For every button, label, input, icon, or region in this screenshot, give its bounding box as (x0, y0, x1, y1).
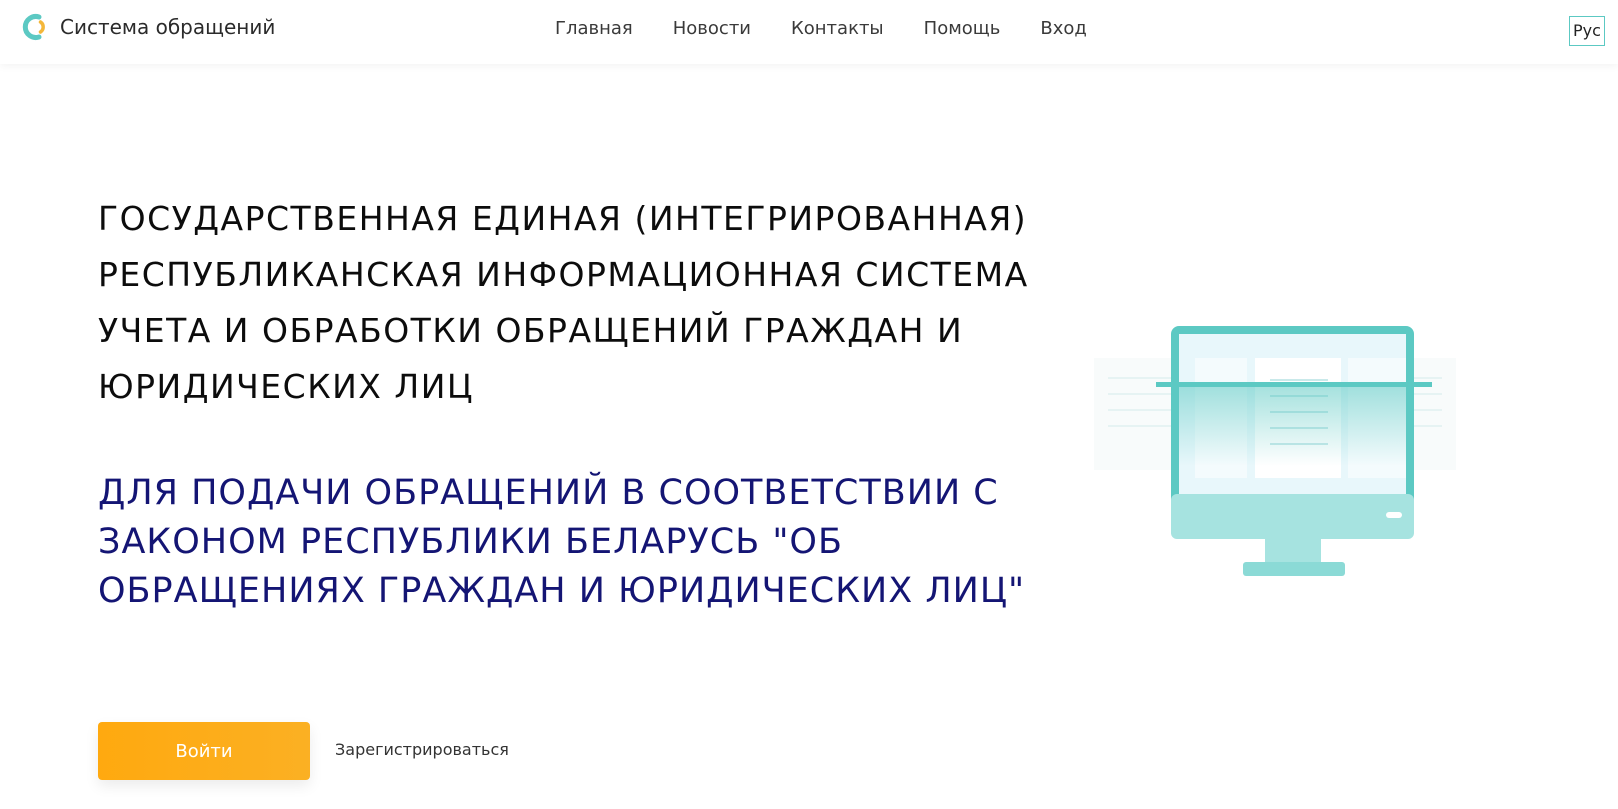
main-nav: Главная Новости Контакты Помощь Вход (555, 18, 1127, 39)
monitor-icon (1094, 326, 1456, 576)
nav-item-news[interactable]: Новости (673, 18, 751, 39)
nav-item-home[interactable]: Главная (555, 18, 633, 39)
language-select[interactable]: Рус (1569, 16, 1605, 46)
circle-logo-icon (22, 14, 45, 40)
register-link[interactable]: Зарегистрироваться (335, 740, 509, 759)
brand[interactable]: Система обращений (20, 12, 275, 42)
nav-item-contacts[interactable]: Контакты (791, 18, 884, 39)
site-header: Система обращений Главная Новости Контак… (0, 0, 1618, 64)
nav-item-help[interactable]: Помощь (924, 18, 1001, 39)
page-subtitle: ДЛЯ ПОДАЧИ ОБРАЩЕНИЙ В СООТВЕТСТВИИ С ЗА… (98, 473, 1026, 611)
brand-name: Система обращений (60, 15, 276, 39)
login-button[interactable]: Войти (98, 722, 310, 780)
page-title: ГОСУДАРСТВЕННАЯ ЕДИНАЯ (ИНТЕГРИРОВАННАЯ)… (98, 199, 1029, 406)
nav-item-login[interactable]: Вход (1040, 18, 1086, 39)
